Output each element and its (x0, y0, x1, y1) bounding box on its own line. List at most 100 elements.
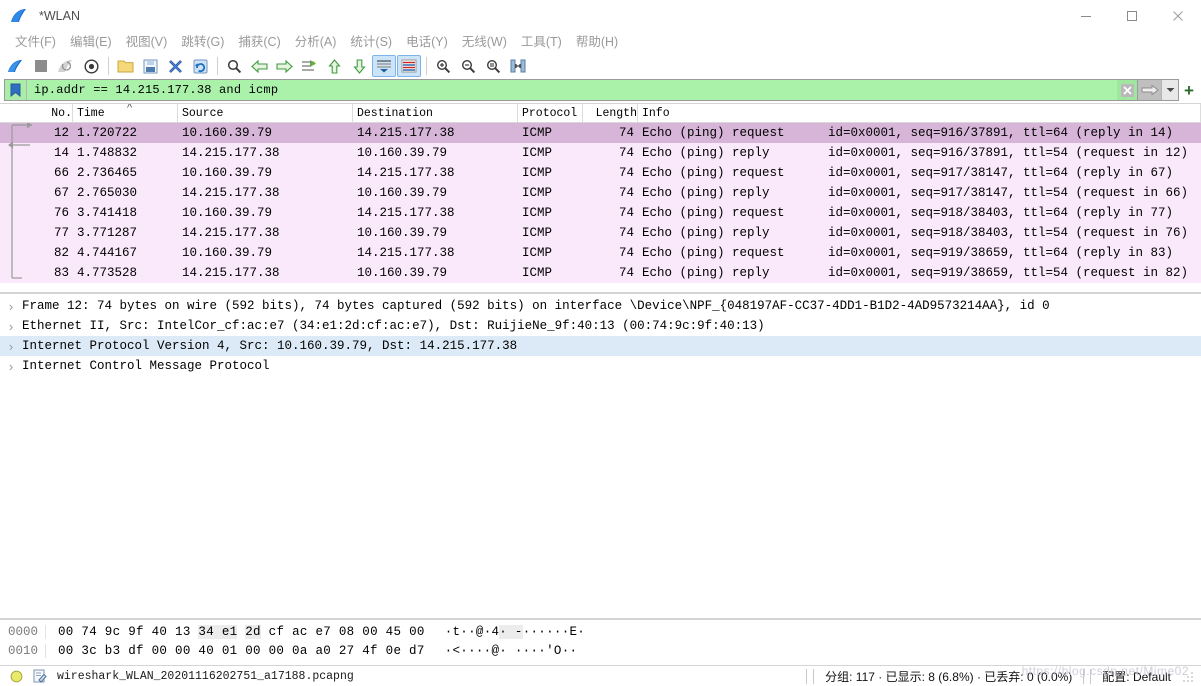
cell-protocol: ICMP (522, 226, 553, 240)
minimize-button[interactable] (1063, 0, 1109, 32)
cell-length: 74 (618, 186, 634, 200)
cell-destination: 14.215.177.38 (357, 246, 455, 260)
cell-info-detail: id=0x0001, seq=918/38403, ttl=64 (reply … (828, 206, 1174, 220)
menu-wireless[interactable]: 无线(W) (455, 32, 514, 53)
wireshark-window: *WLAN 文件(F) 编辑(E) 视图(V) 跳转(G) 捕获(C) 分析(A… (0, 0, 1201, 686)
column-header-time[interactable]: Time (73, 104, 178, 122)
chevron-right-icon[interactable]: › (0, 319, 22, 334)
menu-capture[interactable]: 捕获(C) (231, 32, 287, 53)
detail-row-frame[interactable]: › Frame 12: 74 bytes on wire (592 bits),… (0, 296, 1201, 316)
bookmark-icon[interactable] (5, 80, 27, 100)
table-row[interactable]: 76 3.741418 10.160.39.79 14.215.177.38 I… (0, 203, 1201, 223)
column-header-no[interactable]: No. (0, 104, 73, 122)
close-button[interactable] (1155, 0, 1201, 32)
menu-help[interactable]: 帮助(H) (569, 32, 625, 53)
cell-source: 14.215.177.38 (182, 146, 280, 160)
table-row[interactable]: 67 2.765030 14.215.177.38 10.160.39.79 I… (0, 183, 1201, 203)
packet-list-pane[interactable]: No. Time Source Destination Protocol Len… (0, 103, 1201, 293)
resize-columns-icon[interactable] (506, 55, 530, 77)
go-last-packet-icon[interactable] (347, 55, 371, 77)
apply-filter-icon[interactable] (1137, 80, 1161, 100)
zoom-reset-icon[interactable] (481, 55, 505, 77)
title-bar-left: *WLAN (0, 8, 80, 24)
start-capture-icon[interactable] (4, 55, 28, 77)
table-row[interactable]: 66 2.736465 10.160.39.79 14.215.177.38 I… (0, 163, 1201, 183)
menu-edit[interactable]: 编辑(E) (63, 32, 119, 53)
column-header-destination[interactable]: Destination (353, 104, 518, 122)
detail-row-ethernet[interactable]: › Ethernet II, Src: IntelCor_cf:ac:e7 (3… (0, 316, 1201, 336)
open-file-icon[interactable] (113, 55, 137, 77)
cell-info-type: Echo (ping) reply (642, 266, 770, 280)
column-header-length[interactable]: Length (583, 104, 638, 122)
find-packet-icon[interactable] (222, 55, 246, 77)
cell-length: 74 (618, 266, 634, 280)
table-row[interactable]: 12 1.720722 10.160.39.79 14.215.177.38 I… (0, 123, 1201, 143)
cell-info: Echo (ping) reply id=0x0001, seq=917/3814… (638, 183, 1201, 203)
profile-status[interactable]: 配置: Default (1094, 668, 1179, 685)
filter-dropdown-icon[interactable] (1161, 80, 1178, 100)
table-row[interactable]: 83 4.773528 14.215.177.38 10.160.39.79 I… (0, 263, 1201, 283)
capture-options-icon[interactable] (79, 55, 103, 77)
save-file-icon[interactable] (138, 55, 162, 77)
cell-info-detail: id=0x0001, seq=919/38659, ttl=64 (reply … (828, 246, 1174, 260)
chevron-right-icon[interactable]: › (0, 299, 22, 314)
menu-statistics[interactable]: 统计(S) (343, 32, 399, 53)
reload-file-icon[interactable] (188, 55, 212, 77)
table-row[interactable]: 14 1.748832 14.215.177.38 10.160.39.79 I… (0, 143, 1201, 163)
hex-bytes-post: cf ac e7 08 00 45 00 (260, 624, 425, 639)
maximize-button[interactable] (1109, 0, 1155, 32)
cell-protocol: ICMP (522, 146, 553, 160)
column-header-protocol[interactable]: Protocol (518, 104, 583, 122)
packet-details-pane[interactable]: › Frame 12: 74 bytes on wire (592 bits),… (0, 293, 1201, 619)
column-header-source[interactable]: Source (178, 104, 353, 122)
detail-row-ipv4[interactable]: › Internet Protocol Version 4, Src: 10.1… (0, 336, 1201, 356)
menu-telephony[interactable]: 电话(Y) (399, 32, 455, 53)
cell-info-type: Echo (ping) reply (642, 226, 770, 240)
menu-file[interactable]: 文件(F) (8, 32, 63, 53)
chevron-right-icon[interactable]: › (0, 339, 22, 354)
capture-file-properties-icon[interactable] (33, 669, 47, 683)
detail-row-icmp[interactable]: › Internet Control Message Protocol (0, 356, 1201, 376)
auto-scroll-icon[interactable] (372, 55, 396, 77)
detail-row-icmp-text: Internet Control Message Protocol (22, 359, 270, 373)
close-file-icon[interactable] (163, 55, 187, 77)
cell-no: 76 (53, 206, 69, 220)
cell-info-type: Echo (ping) request (642, 206, 785, 220)
hex-ascii-highlight: · - (499, 624, 523, 639)
menu-view[interactable]: 视图(V) (119, 32, 175, 53)
wireshark-shark-fin-icon (10, 8, 30, 24)
menu-analyze[interactable]: 分析(A) (288, 32, 344, 53)
cell-info-type: Echo (ping) reply (642, 146, 770, 160)
display-filter-input[interactable] (27, 80, 1117, 100)
zoom-in-icon[interactable] (431, 55, 455, 77)
window-controls (1063, 0, 1201, 32)
cell-time: 2.765030 (77, 186, 138, 200)
add-filter-button[interactable]: + (1179, 79, 1199, 103)
yellow-circle-status-icon[interactable] (10, 670, 23, 683)
go-forward-icon[interactable] (272, 55, 296, 77)
zoom-out-icon[interactable] (456, 55, 480, 77)
menu-tools[interactable]: 工具(T) (514, 32, 569, 53)
chevron-right-icon[interactable]: › (0, 359, 22, 374)
menu-go[interactable]: 跳转(G) (174, 32, 231, 53)
go-first-packet-icon[interactable] (322, 55, 346, 77)
cell-time: 3.741418 (77, 206, 138, 220)
go-to-packet-icon[interactable]: 2 (297, 55, 321, 77)
table-row[interactable]: 82 4.744167 10.160.39.79 14.215.177.38 I… (0, 243, 1201, 263)
menu-bar: 文件(F) 编辑(E) 视图(V) 跳转(G) 捕获(C) 分析(A) 统计(S… (0, 32, 1201, 53)
stop-capture-icon[interactable] (29, 55, 53, 77)
cell-destination: 10.160.39.79 (357, 226, 448, 240)
cell-source: 10.160.39.79 (182, 206, 273, 220)
go-back-icon[interactable] (247, 55, 271, 77)
column-header-info[interactable]: Info (638, 104, 1201, 122)
colorize-packets-icon[interactable] (397, 55, 421, 77)
restart-capture-icon[interactable] (54, 55, 78, 77)
table-row[interactable]: 77 3.771287 14.215.177.38 10.160.39.79 I… (0, 223, 1201, 243)
cell-no: 12 (53, 126, 69, 140)
hex-ascii: ·<····@· ····'O·· (444, 643, 578, 658)
cell-no: 83 (53, 266, 69, 280)
cell-destination: 10.160.39.79 (357, 146, 448, 160)
clear-filter-icon[interactable] (1117, 80, 1137, 100)
resize-grip-icon[interactable] (1183, 670, 1195, 682)
packet-bytes-pane[interactable]: 0000 00 74 9c 9f 40 13 34 e1 2d cf ac e7… (0, 619, 1201, 665)
